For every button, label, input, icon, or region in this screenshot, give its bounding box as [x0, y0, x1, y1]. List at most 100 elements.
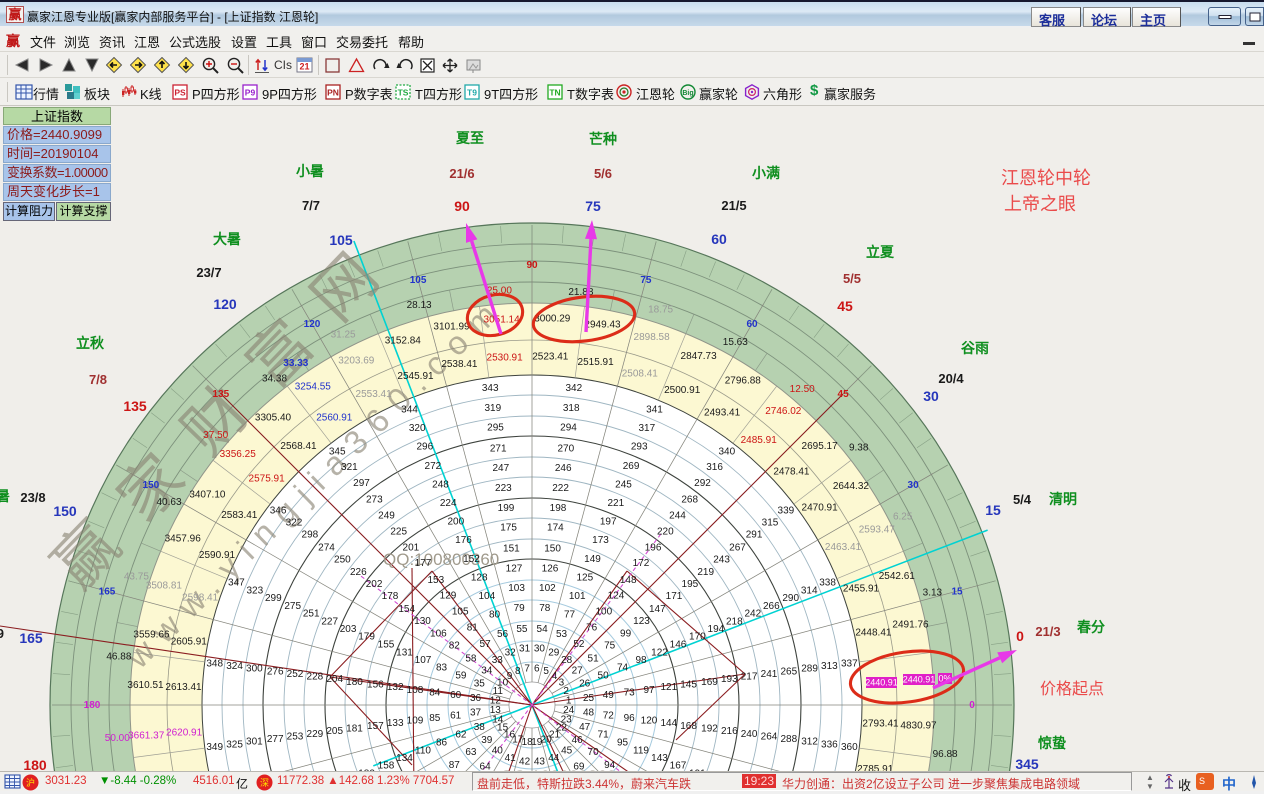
svg-text:126: 126: [542, 563, 559, 574]
svg-text:15: 15: [985, 502, 1001, 518]
svg-text:3.13: 3.13: [923, 587, 943, 598]
svg-text:41: 41: [505, 753, 517, 764]
svg-text:201: 201: [403, 542, 420, 553]
svg-text:181: 181: [346, 724, 363, 735]
svg-text:深: 深: [260, 778, 269, 788]
svg-text:150: 150: [53, 503, 77, 519]
svg-text:229: 229: [307, 729, 324, 740]
svg-text:62: 62: [455, 730, 467, 741]
svg-text:272: 272: [425, 461, 442, 472]
svg-text:7: 7: [524, 664, 530, 675]
svg-text:133: 133: [387, 718, 404, 729]
svg-text:76: 76: [586, 623, 598, 634]
svg-text:170: 170: [689, 632, 706, 643]
svg-text:147: 147: [649, 604, 666, 615]
svg-text:3152.84: 3152.84: [385, 335, 422, 346]
svg-text:266: 266: [763, 601, 780, 612]
svg-text:15.63: 15.63: [723, 337, 748, 348]
svg-text:204: 204: [326, 674, 343, 685]
svg-text:T9: T9: [467, 88, 477, 98]
svg-text:2598.41: 2598.41: [182, 592, 219, 603]
svg-text:348: 348: [206, 658, 223, 669]
svg-text:165: 165: [19, 630, 43, 646]
svg-text:21: 21: [299, 62, 309, 72]
svg-text:73: 73: [624, 687, 636, 698]
svg-text:108: 108: [407, 685, 424, 696]
svg-text:197: 197: [600, 516, 617, 527]
svg-text:344: 344: [401, 405, 418, 416]
svg-text:57: 57: [480, 639, 492, 650]
svg-text:23: 23: [561, 714, 573, 725]
svg-text:3610.51: 3610.51: [127, 680, 164, 691]
svg-text:120: 120: [213, 296, 237, 312]
svg-text:319: 319: [484, 403, 501, 414]
svg-text:82: 82: [449, 641, 461, 652]
svg-text:245: 245: [615, 479, 632, 490]
svg-text:2542.61: 2542.61: [879, 571, 916, 582]
svg-text:74: 74: [617, 663, 629, 674]
svg-text:79: 79: [514, 603, 526, 614]
svg-text:大暑: 大暑: [213, 231, 241, 247]
svg-text:50.00: 50.00: [105, 733, 130, 744]
svg-text:55: 55: [516, 624, 528, 635]
svg-text:3457.96: 3457.96: [165, 534, 202, 545]
svg-text:193: 193: [721, 674, 738, 685]
svg-text:83: 83: [436, 663, 448, 674]
svg-text:5/4: 5/4: [1013, 492, 1032, 507]
svg-text:265: 265: [780, 666, 797, 677]
svg-text:169: 169: [701, 677, 718, 688]
svg-text:2605.91: 2605.91: [171, 637, 208, 648]
svg-text:171: 171: [666, 591, 683, 602]
svg-text:30: 30: [908, 480, 920, 491]
svg-text:288: 288: [780, 734, 797, 745]
svg-text:芒种: 芒种: [589, 131, 617, 147]
svg-text:12.50: 12.50: [790, 384, 815, 395]
svg-text:28.13: 28.13: [407, 300, 432, 311]
svg-text:5/6: 5/6: [594, 166, 612, 181]
svg-text:342: 342: [565, 383, 582, 394]
svg-text:127: 127: [506, 563, 523, 574]
svg-text:135: 135: [123, 398, 147, 414]
svg-text:289: 289: [801, 664, 818, 675]
svg-text:292: 292: [694, 478, 711, 489]
svg-text:TN: TN: [549, 88, 560, 98]
svg-text:0: 0: [1016, 628, 1024, 644]
svg-text:2949.43: 2949.43: [584, 320, 621, 331]
svg-text:40.63: 40.63: [156, 497, 181, 508]
svg-text:3203.69: 3203.69: [338, 355, 375, 366]
svg-text:360: 360: [841, 742, 858, 753]
svg-text:195: 195: [682, 579, 699, 590]
svg-text:275: 275: [284, 601, 301, 612]
svg-text:314: 314: [801, 585, 818, 596]
svg-text:2746.02: 2746.02: [765, 406, 802, 417]
svg-text:31.25: 31.25: [331, 330, 356, 341]
svg-text:228: 228: [307, 672, 324, 683]
svg-text:158: 158: [378, 761, 395, 771]
svg-text:2: 2: [563, 686, 569, 697]
svg-text:174: 174: [547, 523, 564, 534]
svg-text:244: 244: [669, 511, 686, 522]
svg-text:128: 128: [471, 573, 488, 584]
svg-text:夏至: 夏至: [456, 130, 484, 146]
svg-text:120: 120: [304, 319, 321, 330]
svg-text:3254.55: 3254.55: [295, 381, 332, 392]
svg-text:345: 345: [329, 446, 346, 457]
svg-text:37.50: 37.50: [203, 430, 228, 441]
svg-text:3356.25: 3356.25: [220, 449, 257, 460]
svg-text:64: 64: [480, 761, 492, 771]
svg-text:46.88: 46.88: [106, 651, 131, 662]
svg-text:7/9: 7/9: [0, 626, 4, 641]
svg-text:251: 251: [303, 609, 320, 620]
svg-text:296: 296: [416, 442, 433, 453]
svg-text:247: 247: [492, 463, 509, 474]
svg-text:248: 248: [432, 479, 449, 490]
svg-text:157: 157: [367, 721, 384, 732]
svg-text:277: 277: [267, 734, 284, 745]
svg-text:2545.91: 2545.91: [397, 371, 434, 382]
svg-text:87: 87: [449, 760, 461, 771]
svg-text:2440.91: 2440.91: [903, 675, 936, 685]
svg-text:105: 105: [329, 232, 353, 248]
svg-text:119: 119: [633, 745, 649, 756]
svg-text:39: 39: [481, 735, 493, 746]
svg-text:立夏: 立夏: [866, 244, 895, 260]
